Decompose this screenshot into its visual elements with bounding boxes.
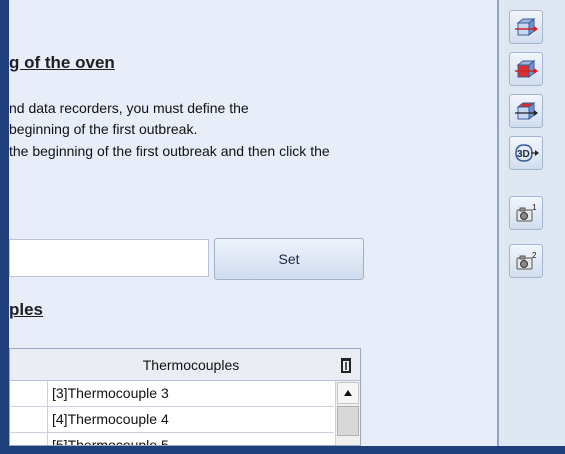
table-row[interactable]: [5]Thermocouple 5: [10, 433, 334, 446]
3d-view-icon: 3D: [515, 144, 539, 162]
camera-2-button[interactable]: 2: [509, 244, 543, 278]
camera-1-button[interactable]: 1: [509, 196, 543, 230]
vertical-scrollbar[interactable]: [335, 381, 360, 445]
table-row[interactable]: [3]Thermocouple 3: [10, 381, 334, 407]
trash-icon[interactable]: [337, 356, 355, 374]
scrollbar-thumb[interactable]: [337, 406, 359, 436]
table-cell: [3]Thermocouple 3: [52, 385, 169, 401]
camera-2-icon: 2: [516, 251, 537, 270]
section-heading-oven: g of the oven: [9, 53, 115, 72]
time-input[interactable]: [9, 239, 209, 277]
cube-view-front-button[interactable]: [509, 10, 543, 44]
camera-1-label: 1: [532, 203, 537, 212]
cube-view-red-icon: [515, 59, 538, 79]
table-cell: [5]Thermocouple 5: [52, 437, 169, 446]
cube-view-front-icon: [515, 17, 538, 37]
cube-view-top-icon: [515, 101, 538, 121]
instruction-line-1: nd data recorders, you must define the: [9, 100, 249, 116]
set-button[interactable]: Set: [214, 238, 364, 280]
cube-view-top-button[interactable]: [509, 94, 543, 128]
scroll-up-arrow-icon[interactable]: [337, 382, 359, 404]
view-toolbar: 3D 1 2: [497, 0, 565, 446]
3d-icon-label: 3D: [517, 149, 530, 160]
cube-view-red-button[interactable]: [509, 52, 543, 86]
table-row[interactable]: [4]Thermocouple 4: [10, 407, 334, 433]
3d-view-button[interactable]: 3D: [509, 136, 543, 170]
thermocouple-table: Thermocouples [3]Thermocouple 3 [4]Therm…: [9, 348, 361, 446]
column-header-thermocouples[interactable]: Thermocouples: [48, 349, 334, 381]
window-edge-left: [0, 0, 9, 454]
camera-2-label: 2: [532, 251, 537, 260]
table-header: Thermocouples: [10, 349, 360, 381]
window-edge-bottom: [0, 446, 565, 454]
camera-1-icon: 1: [516, 203, 537, 222]
instruction-line-2: beginning of the first outbreak.: [9, 121, 198, 137]
table-cell: [4]Thermocouple 4: [52, 411, 169, 427]
instruction-line-3: the beginning of the first outbreak and …: [9, 143, 330, 159]
section-heading-thermocouples: ples: [9, 300, 44, 319]
